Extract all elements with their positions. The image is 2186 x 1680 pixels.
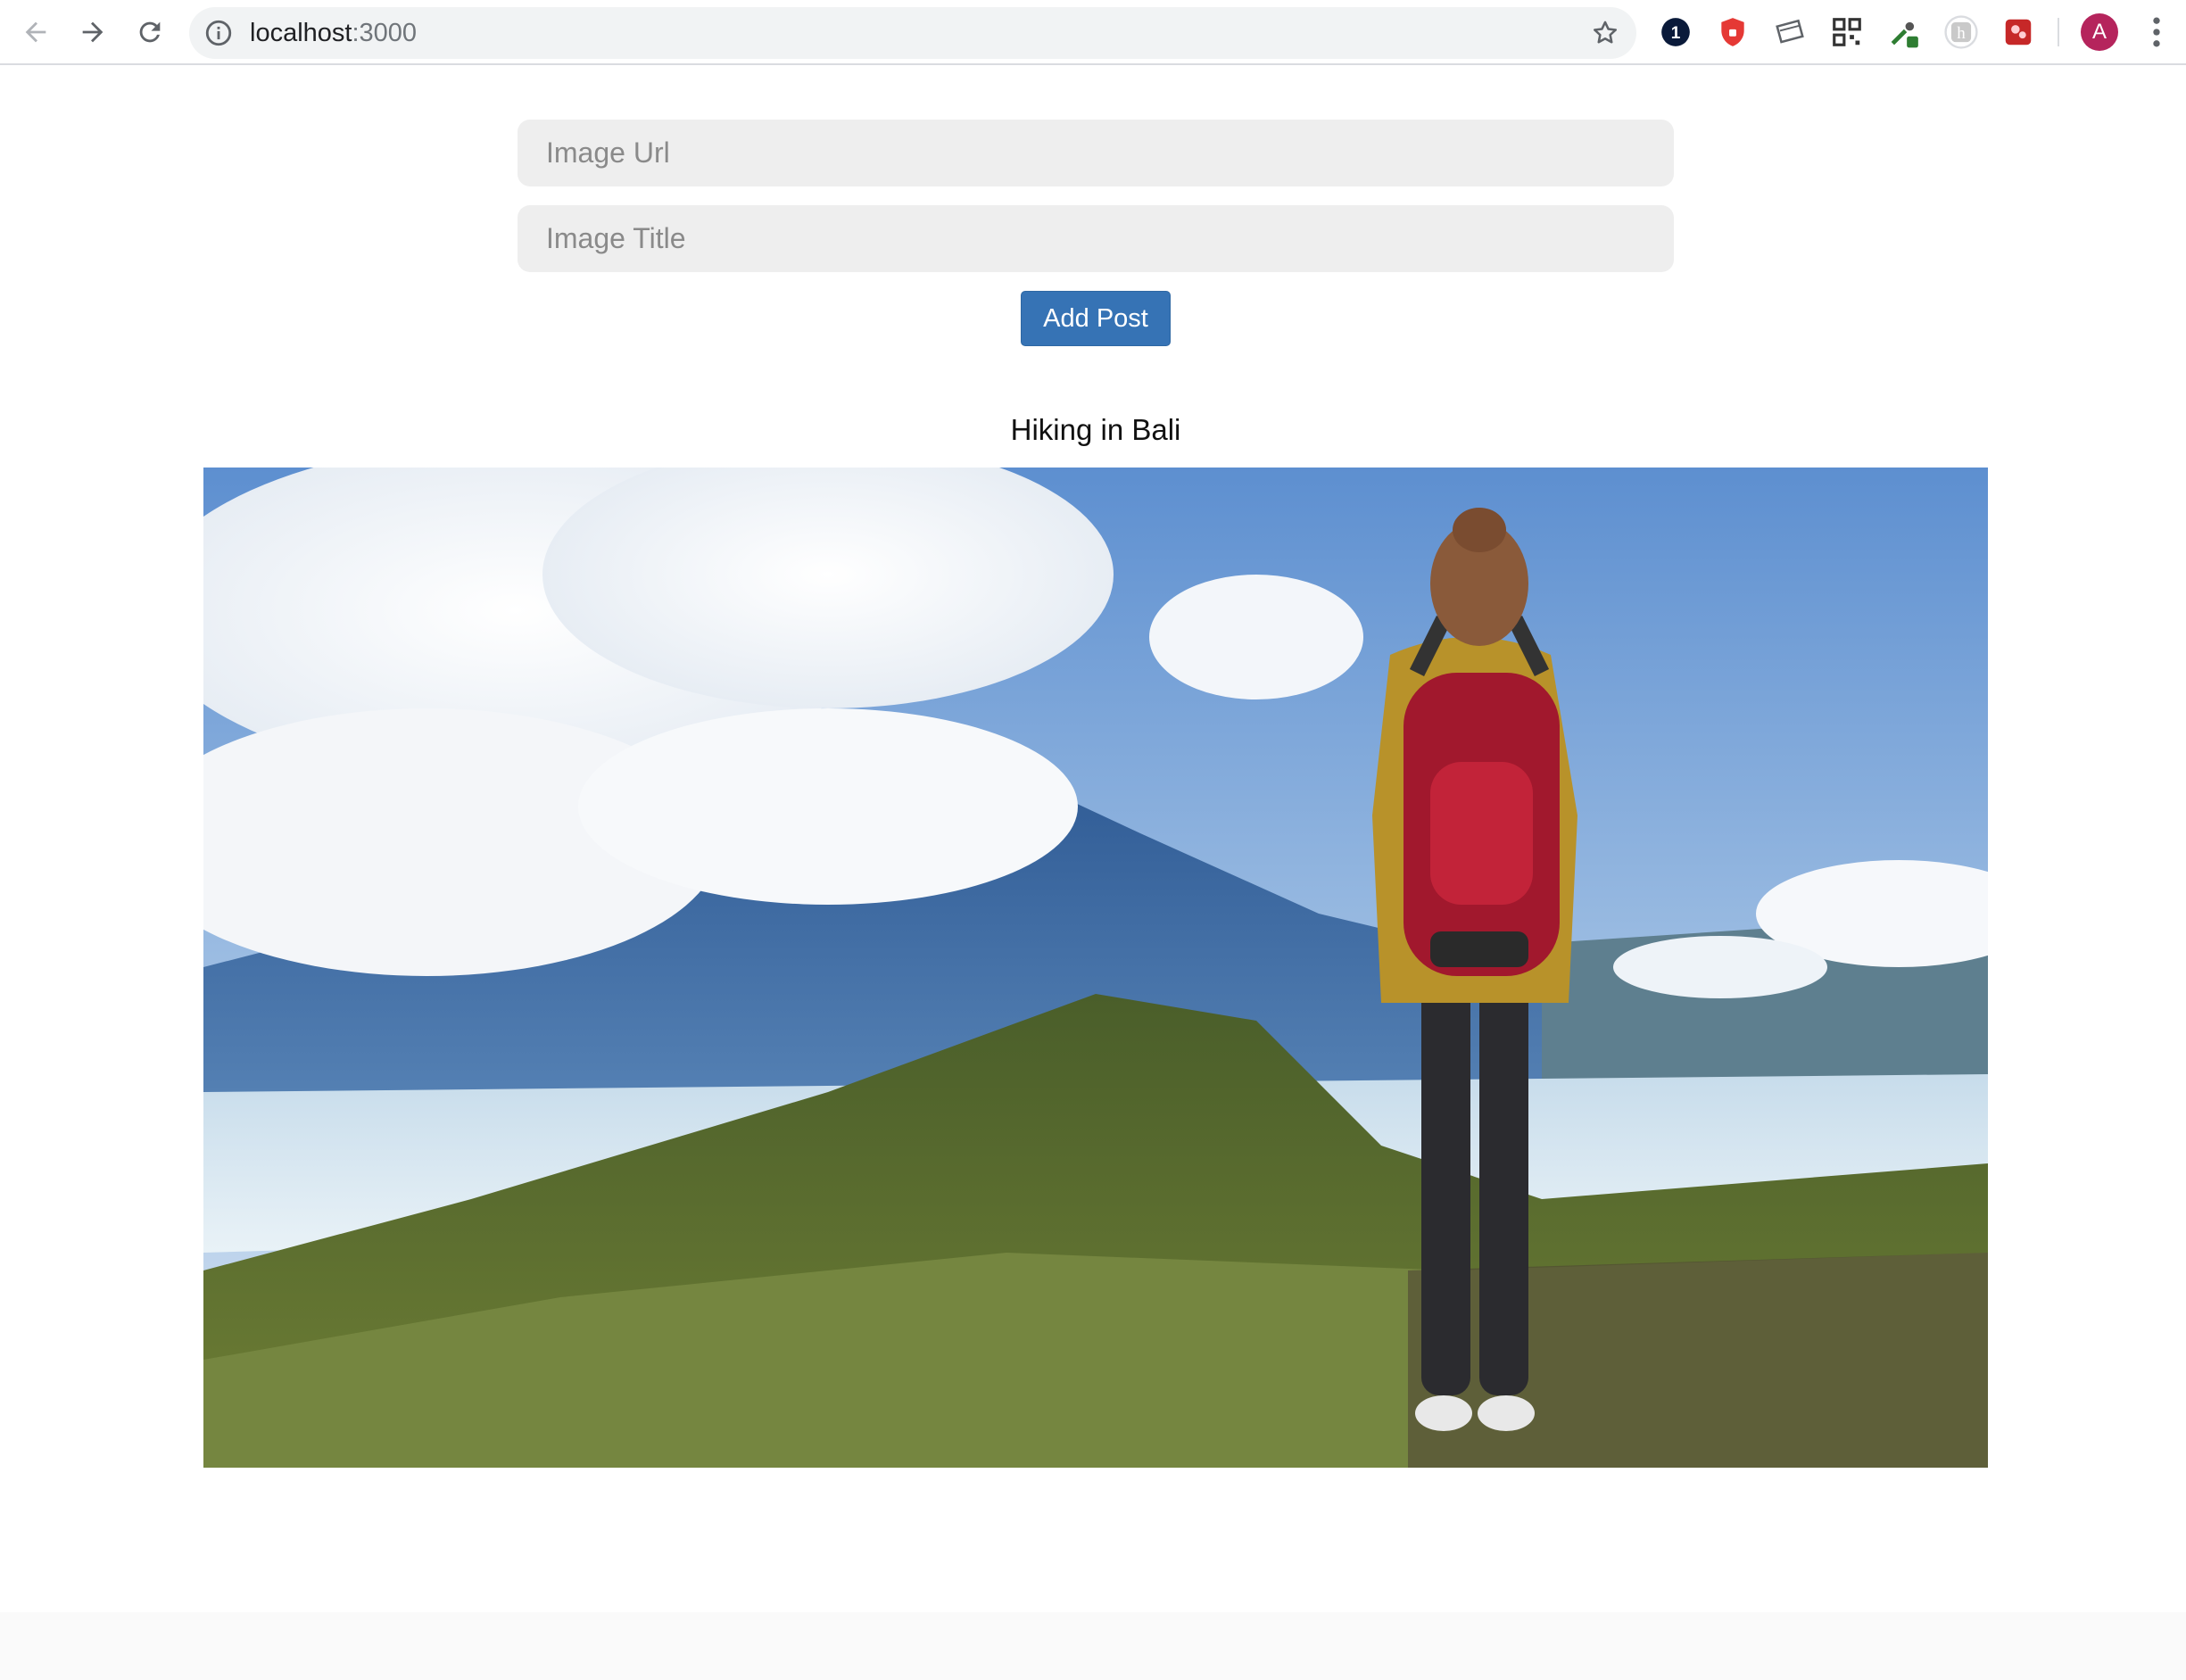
h-extension-icon[interactable]: h xyxy=(1943,14,1979,50)
address-bar[interactable]: localhost:3000 xyxy=(189,7,1636,59)
browser-toolbar: localhost:3000 1 h A xyxy=(0,0,2186,65)
reload-icon xyxy=(139,21,161,43)
url-port: :3000 xyxy=(352,19,418,47)
add-post-button[interactable]: Add Post xyxy=(1021,291,1171,346)
page-content: Add Post Hiking in Bali xyxy=(0,67,2186,1680)
reload-button[interactable] xyxy=(128,11,171,54)
url-host: localhost xyxy=(250,19,352,47)
post-title: Hiking in Bali xyxy=(1010,413,1181,446)
card-extension-icon[interactable] xyxy=(1772,14,1808,50)
qr-code-extension-icon[interactable] xyxy=(1829,14,1865,50)
back-button[interactable] xyxy=(14,11,57,54)
dropper-extension-icon[interactable] xyxy=(1886,14,1922,50)
svg-text:1: 1 xyxy=(1671,24,1681,43)
image-title-input[interactable] xyxy=(518,205,1674,272)
arrow-left-icon xyxy=(25,21,46,43)
info-icon[interactable] xyxy=(203,18,234,48)
profile-avatar[interactable]: A xyxy=(2081,13,2118,51)
image-url-input[interactable] xyxy=(518,120,1674,186)
forward-button[interactable] xyxy=(71,11,114,54)
page-bottom xyxy=(0,1612,2186,1680)
svg-text:h: h xyxy=(1957,24,1966,43)
more-vertical-icon[interactable] xyxy=(2143,12,2170,52)
arrow-right-icon xyxy=(82,21,104,43)
1password-extension-icon[interactable]: 1 xyxy=(1658,14,1693,50)
star-icon[interactable] xyxy=(1590,18,1620,48)
puzzle-extension-icon[interactable] xyxy=(2000,14,2036,50)
post-image xyxy=(203,468,1988,1468)
url-text[interactable]: localhost:3000 xyxy=(250,20,417,46)
toolbar-separator xyxy=(2058,18,2059,46)
shield-extension-icon[interactable] xyxy=(1715,14,1751,50)
